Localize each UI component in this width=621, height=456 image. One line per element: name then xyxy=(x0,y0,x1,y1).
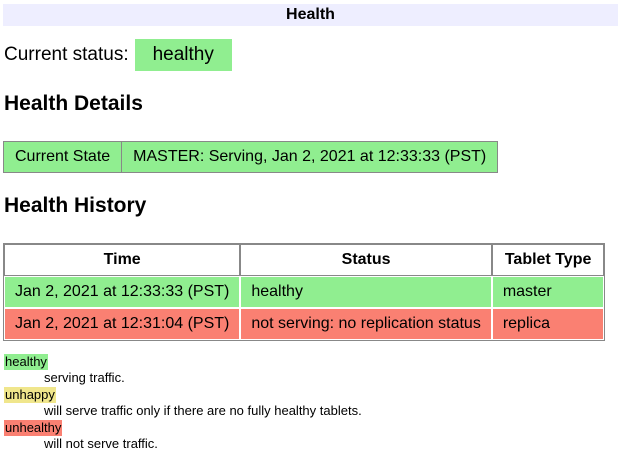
current-status-line: Current status: healthy xyxy=(4,39,618,71)
page-title: Health xyxy=(3,4,618,26)
history-status-cell: not serving: no replication status xyxy=(240,308,491,340)
current-status-label: Current status: xyxy=(4,44,129,65)
table-header-row: Time Status Tablet Type xyxy=(4,244,604,276)
column-header-status: Status xyxy=(240,244,491,276)
table-row: Current State MASTER: Serving, Jan 2, 20… xyxy=(4,142,498,173)
history-time-cell: Jan 2, 2021 at 12:33:33 (PST) xyxy=(4,276,240,308)
legend-term-unhealthy: unhealthy xyxy=(4,420,62,436)
legend-term-healthy: healthy xyxy=(4,354,48,370)
legend-description-unhappy: will serve traffic only if there are no … xyxy=(44,403,618,419)
legend-description-healthy: serving traffic. xyxy=(44,370,618,386)
health-details-table: Current State MASTER: Serving, Jan 2, 20… xyxy=(3,141,498,173)
column-header-time: Time xyxy=(4,244,240,276)
legend-term-row: unhappy xyxy=(4,387,618,403)
legend-description-unhealthy: will not serve traffic. xyxy=(44,436,618,452)
history-status-cell: healthy xyxy=(240,276,491,308)
health-history-table: Time Status Tablet Type Jan 2, 2021 at 1… xyxy=(3,243,605,341)
history-tablet-type-cell: replica xyxy=(492,308,605,340)
table-row: Jan 2, 2021 at 12:33:33 (PST) healthy ma… xyxy=(4,276,604,308)
table-row: Jan 2, 2021 at 12:31:04 (PST) not servin… xyxy=(4,308,604,340)
history-time-cell: Jan 2, 2021 at 12:31:04 (PST) xyxy=(4,308,240,340)
detail-value-cell: MASTER: Serving, Jan 2, 2021 at 12:33:33… xyxy=(122,142,498,173)
current-status-badge: healthy xyxy=(135,39,232,71)
history-tablet-type-cell: master xyxy=(492,276,605,308)
detail-label-cell: Current State xyxy=(4,142,122,173)
health-history-heading: Health History xyxy=(4,194,618,218)
legend-term-row: healthy xyxy=(4,354,618,370)
health-details-heading: Health Details xyxy=(4,92,618,116)
legend-term-row: unhealthy xyxy=(4,420,618,436)
column-header-tablet-type: Tablet Type xyxy=(492,244,605,276)
legend-term-unhappy: unhappy xyxy=(4,387,56,403)
legend: healthy serving traffic. unhappy will se… xyxy=(4,354,618,452)
